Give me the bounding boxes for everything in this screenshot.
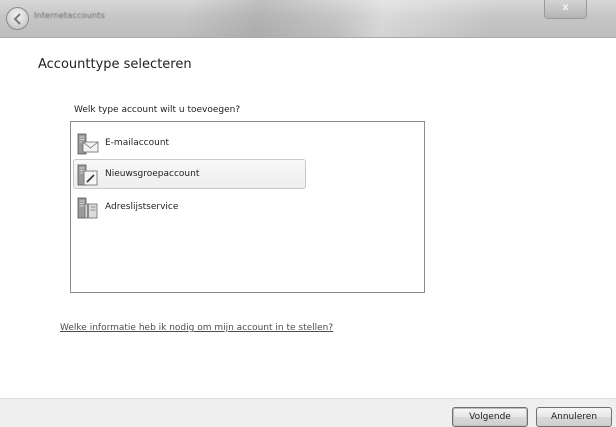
list-item-directory-service[interactable]: Adreslijstservice [73,192,306,222]
back-arrow-icon [13,13,21,25]
close-icon: x [562,2,569,13]
directory-service-icon [77,197,98,219]
email-account-icon [77,133,99,155]
list-item-label: Nieuwsgroepaccount [105,169,200,179]
list-item-newsgroup-account[interactable]: Nieuwsgroepaccount [73,159,306,189]
back-button[interactable] [6,7,29,30]
newsgroup-account-icon [77,164,98,186]
cancel-button[interactable]: Annuleren [536,407,612,427]
account-type-list[interactable]: E-mailaccount Nieuwsgroepaccount Adresli… [70,121,425,293]
list-item-label: Adreslijstservice [105,202,179,212]
footer-bar: Volgende Annuleren [0,398,616,427]
list-item-label: E-mailaccount [105,138,170,148]
window-title: Internetaccounts [34,11,106,20]
account-type-question: Welk type account wilt u toevoegen? [74,105,241,115]
close-button[interactable]: x [544,0,587,19]
help-link[interactable]: Welke informatie heb ik nodig om mijn ac… [60,323,333,333]
list-item-email-account[interactable]: E-mailaccount [73,128,306,158]
next-button[interactable]: Volgende [452,407,528,427]
page-title: Accounttype selecteren [38,57,192,72]
title-bar: Internetaccounts x [0,0,616,38]
